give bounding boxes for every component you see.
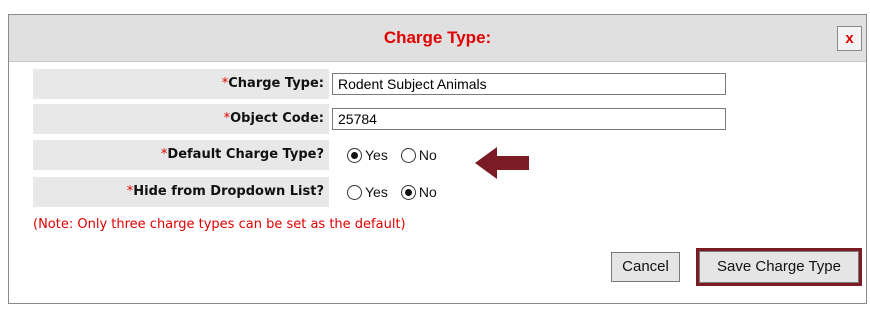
- default-charge-type-label: *Default Charge Type?: [33, 140, 329, 170]
- hide-no-label: No: [418, 184, 437, 200]
- object-code-label: *Object Code:: [33, 104, 329, 134]
- hide-yes-radio[interactable]: [347, 184, 362, 200]
- default-no-label: No: [418, 147, 437, 163]
- hide-yes-option[interactable]: Yes: [347, 184, 388, 200]
- default-no-radio[interactable]: [400, 147, 416, 163]
- charge-type-dialog: Charge Type: x *Charge Type: Rodent Subj…: [8, 14, 867, 304]
- close-button[interactable]: x: [837, 26, 862, 51]
- hide-yes-label: Yes: [365, 184, 388, 200]
- save-charge-type-button[interactable]: Save Charge Type: [699, 251, 859, 283]
- save-button-highlight: Save Charge Type: [696, 248, 862, 286]
- dialog-title: Charge Type:: [383, 28, 492, 47]
- default-yes-option[interactable]: Yes: [347, 147, 388, 163]
- default-no-option[interactable]: No: [400, 147, 437, 163]
- hide-from-dropdown-radios: Yes No: [347, 177, 450, 207]
- left-arrow-icon: [475, 147, 529, 179]
- hide-no-radio[interactable]: [400, 184, 416, 200]
- default-yes-label: Yes: [365, 147, 388, 163]
- default-charge-type-radios: Yes No: [347, 140, 450, 170]
- hide-no-option[interactable]: No: [400, 184, 437, 200]
- object-code-input[interactable]: 25784: [332, 108, 726, 130]
- hide-from-dropdown-label: *Hide from Dropdown List?: [33, 177, 329, 207]
- charge-type-input[interactable]: Rodent Subject Animals: [332, 73, 726, 95]
- default-limit-note: (Note: Only three charge types can be se…: [33, 217, 406, 232]
- charge-type-label: *Charge Type:: [33, 69, 329, 99]
- dialog-titlebar: Charge Type: x: [9, 15, 866, 62]
- default-yes-radio[interactable]: [347, 147, 362, 163]
- cancel-button[interactable]: Cancel: [611, 252, 680, 282]
